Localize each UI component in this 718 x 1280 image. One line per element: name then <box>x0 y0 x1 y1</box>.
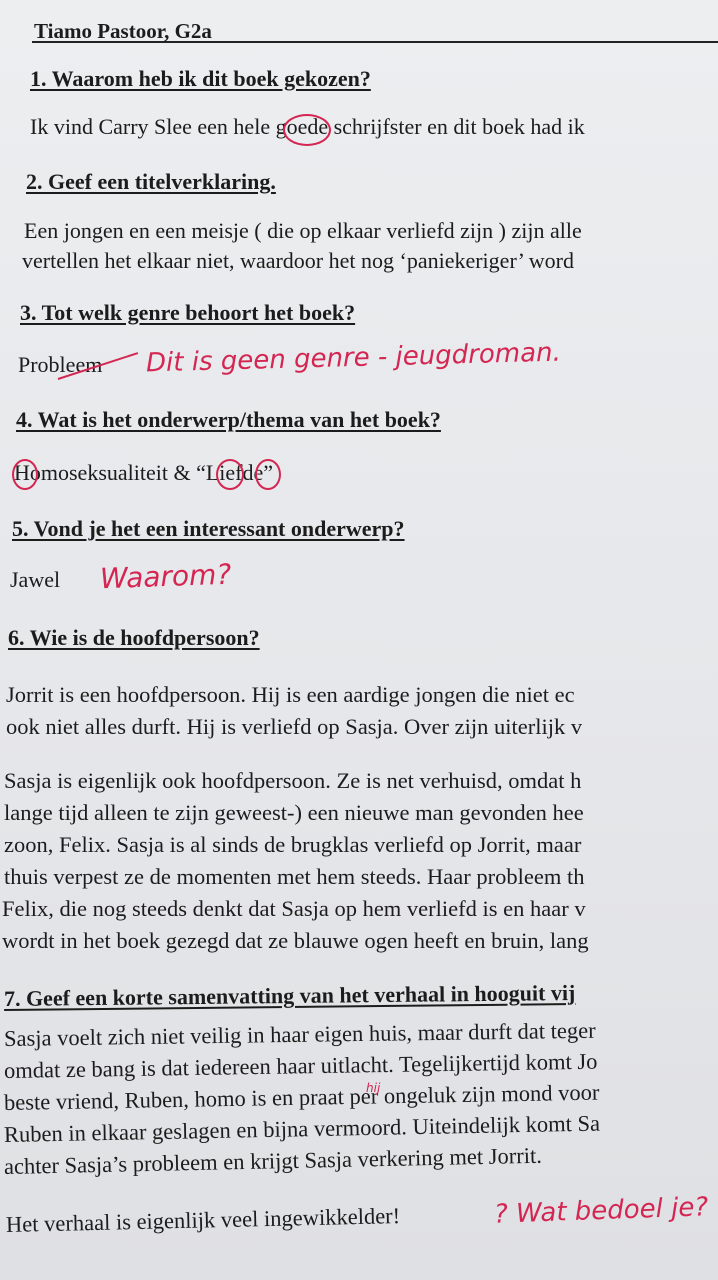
header-rule <box>32 41 718 43</box>
answer-6-line-4: lange tijd alleen te zijn geweest-) een … <box>4 800 584 825</box>
answer-2-line-1: Een jongen en een meisje ( die op elkaar… <box>24 218 582 243</box>
red-circle-ampersand <box>216 459 244 490</box>
question-5-heading: 5. Vond je het een interessant onderwerp… <box>12 516 405 541</box>
worksheet-page: Tiamo Pastoor, G2a 1. Waarom heb ik dit … <box>0 0 718 1280</box>
answer-7-line-1: Sasja voelt zich niet veilig in haar eig… <box>3 1017 596 1051</box>
insert-mark: hij <box>366 1081 381 1095</box>
red-circle-h <box>12 459 38 490</box>
answer-6-line-6: thuis verpest ze de momenten met hem ste… <box>4 864 585 889</box>
why-comment: Waarom? <box>99 557 232 596</box>
answer-6-line-8: wordt in het boek gezegd dat ze blauwe o… <box>2 928 589 953</box>
answer-5-line-1: Jawel <box>10 567 61 592</box>
genre-comment: Dit is geen genre - jeugdroman. <box>145 337 562 379</box>
question-3-heading: 3. Tot welk genre behoort het boek? <box>20 300 356 325</box>
answer-7-line-2: omdat ze bang is dat iedereen haar uitla… <box>3 1048 598 1083</box>
answer-6-line-2: ook niet alles durft. Hij is verliefd op… <box>6 714 583 739</box>
question-1-heading: 1. Waarom heb ik dit boek gekozen? <box>30 66 371 91</box>
answer-6-line-3: Sasja is eigenlijk ook hoofdpersoon. Ze … <box>4 768 582 793</box>
answer-3-line-1: Probleem <box>18 352 103 377</box>
question-2-heading: 2. Geef een titelverklaring. <box>26 169 276 194</box>
answer-6-line-1: Jorrit is een hoofdpersoon. Hij is een a… <box>6 682 575 707</box>
question-4-heading: 4. Wat is het onderwerp/thema van het bo… <box>16 407 441 432</box>
answer-7-line-5: achter Sasja’s probleem en krijgt Sasja … <box>3 1142 543 1179</box>
red-circle-hele <box>283 114 331 146</box>
answer-6-line-7: Felix, die nog steeds denkt dat Sasja op… <box>2 896 586 921</box>
question-7-heading: 7. Geef een korte samenvatting van het v… <box>3 980 576 1011</box>
red-circle-l <box>255 459 281 490</box>
summary-comment: ? Wat bedoel je? <box>493 1192 709 1230</box>
answer-7-line-6: Het verhaal is eigenlijk veel ingewikkel… <box>5 1203 401 1237</box>
answer-6-line-5: zoon, Felix. Sasja is al sinds de brugkl… <box>4 832 582 857</box>
answer-2-line-2: vertellen het elkaar niet, waardoor het … <box>22 248 574 273</box>
question-6-heading: 6. Wie is de hoofdpersoon? <box>8 625 260 650</box>
answer-7-line-3: beste vriend, Ruben, homo is en praat pe… <box>3 1079 600 1115</box>
